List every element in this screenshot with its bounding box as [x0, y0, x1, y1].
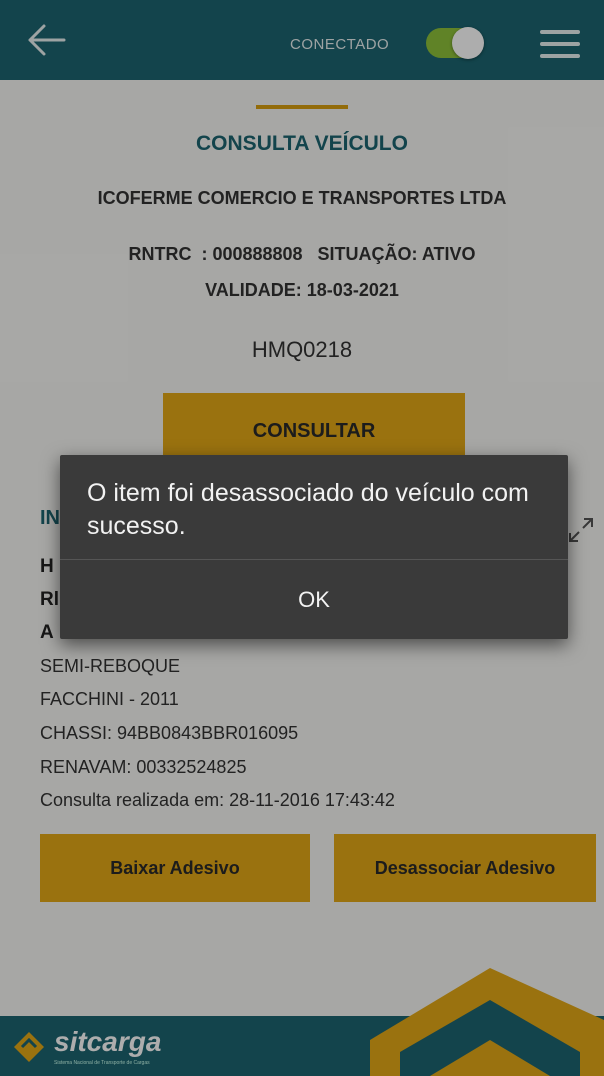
- dialog-message: O item foi desassociado do veículo com s…: [87, 479, 529, 540]
- alert-dialog: O item foi desassociado do veículo com s…: [60, 455, 568, 639]
- dialog-ok-button[interactable]: OK: [60, 560, 568, 639]
